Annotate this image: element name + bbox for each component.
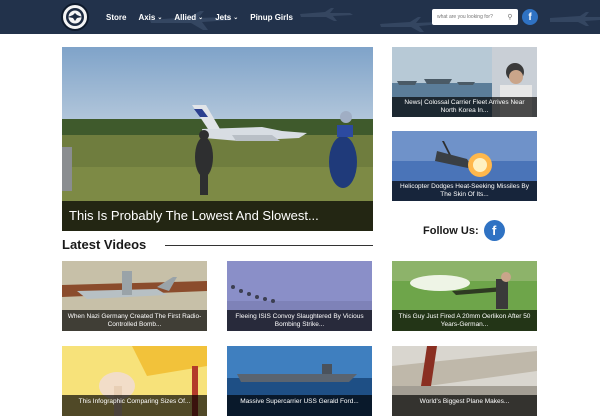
search-icon[interactable]: ⚲ [504,13,516,21]
video-card[interactable]: Fleeing ISIS Convoy Slaughtered By Vicio… [227,261,372,331]
video-caption[interactable]: Massive Supercarrier USS Gerald Ford... [227,395,372,416]
video-caption[interactable]: This Guy Just Fired A 20mm Oerlikon Afte… [392,310,537,331]
video-card[interactable]: When Nazi Germany Created The First Radi… [62,261,207,331]
nav-item-label: Pinup Girls [250,12,293,22]
nav-item-axis[interactable]: Axis ⌄ [138,13,162,22]
search-box: ⚲ [432,9,518,25]
video-card[interactable]: Massive Supercarrier USS Gerald Ford... [227,346,372,416]
section-divider [165,245,373,246]
nav-item-store[interactable]: Store [106,13,126,22]
search-input[interactable] [432,9,504,25]
facebook-icon[interactable]: f [522,9,538,25]
video-caption[interactable]: World's Biggest Plane Makes... [392,395,537,416]
nav-item-allied[interactable]: Allied ⌄ [174,13,203,22]
follow-us: Follow Us: f [423,220,505,241]
nav-item-jets[interactable]: Jets ⌄ [215,13,238,22]
video-card[interactable]: This Infographic Comparing Sizes Of... [62,346,207,416]
nav-item-label: Axis [138,12,156,22]
video-caption[interactable]: Fleeing ISIS Convoy Slaughtered By Vicio… [227,310,372,331]
sidebar-video-card[interactable]: Helicopter Dodges Heat-Seeking Missiles … [392,131,537,201]
nav-item-label: Jets [215,12,232,22]
main-nav: Store Axis ⌄ Allied ⌄ Jets ⌄ Pinup Girls [106,0,305,34]
nav-item-pinup-girls[interactable]: Pinup Girls [250,13,293,22]
featured-video-title[interactable]: This Is Probably The Lowest And Slowest.… [62,201,373,231]
facebook-icon[interactable]: f [483,220,505,241]
site-header: Store Axis ⌄ Allied ⌄ Jets ⌄ Pinup Girls… [0,0,600,34]
site-logo[interactable] [61,3,89,31]
video-caption[interactable]: When Nazi Germany Created The First Radi… [62,310,207,331]
video-card[interactable]: World's Biggest Plane Makes... [392,346,537,416]
sidebar-video-caption[interactable]: News| Colossal Carrier Fleet Arrives Nea… [392,97,537,117]
sidebar-video-card[interactable]: News| Colossal Carrier Fleet Arrives Nea… [392,47,537,117]
chevron-down-icon: ⌄ [157,14,163,21]
wings-emblem-icon [66,8,84,26]
video-card[interactable]: This Guy Just Fired A 20mm Oerlikon Afte… [392,261,537,331]
nav-item-label: Allied [174,12,197,22]
section-title: Latest Videos [62,237,147,252]
sidebar-video-caption[interactable]: Helicopter Dodges Heat-Seeking Missiles … [392,181,537,201]
follow-us-label: Follow Us: [423,224,479,237]
chevron-down-icon: ⌄ [198,14,204,21]
featured-video[interactable]: This Is Probably The Lowest And Slowest.… [62,47,373,231]
video-caption[interactable]: This Infographic Comparing Sizes Of... [62,395,207,416]
chevron-down-icon: ⌄ [233,14,239,21]
nav-item-label: Store [106,12,127,22]
